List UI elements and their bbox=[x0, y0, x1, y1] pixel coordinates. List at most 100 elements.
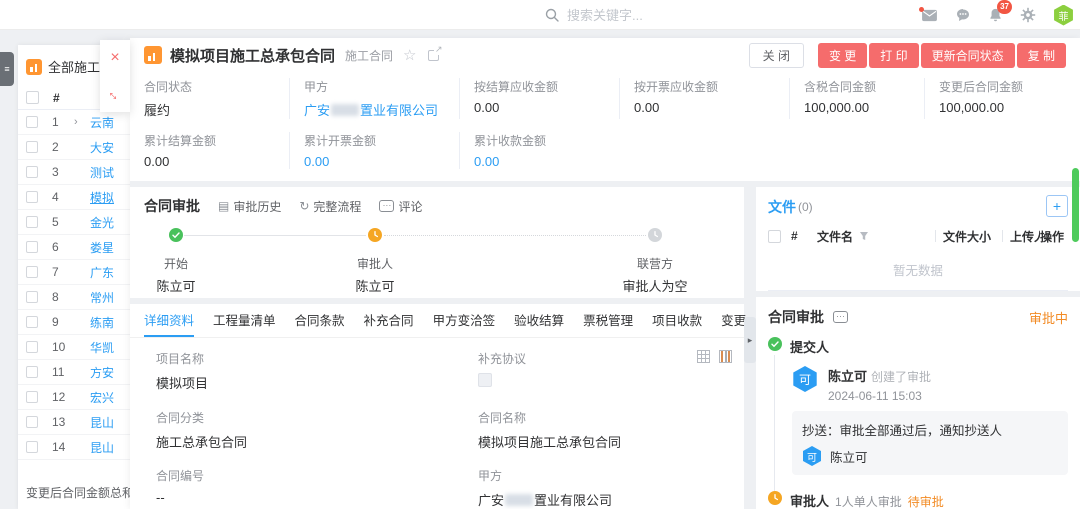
row-checkbox[interactable] bbox=[26, 141, 38, 153]
contract-link[interactable]: 方安 bbox=[90, 364, 114, 381]
tab-changes[interactable]: 变更 bbox=[721, 304, 746, 337]
sidebar-toggle-tab[interactable]: ≡ bbox=[0, 52, 14, 86]
contract-link[interactable]: 金光 bbox=[90, 214, 114, 231]
row-index: 4 bbox=[52, 190, 74, 204]
notifications-bell-icon[interactable]: 37 bbox=[988, 7, 1003, 23]
total-invoiced-link[interactable]: 0.00 bbox=[304, 154, 459, 169]
clock-icon-gray bbox=[648, 228, 662, 242]
party-a-link[interactable]: 广安置业有限公司 bbox=[304, 100, 459, 119]
row-checkbox[interactable] bbox=[26, 391, 38, 403]
user-avatar[interactable]: 菲 bbox=[1053, 5, 1074, 26]
search-input[interactable] bbox=[567, 8, 747, 23]
global-search[interactable] bbox=[545, 0, 747, 30]
view-switch-icons bbox=[697, 350, 732, 363]
menu-icon: ≡ bbox=[4, 64, 9, 74]
supplement-checkbox[interactable] bbox=[478, 373, 492, 387]
copy-button[interactable]: 复 制 bbox=[1017, 43, 1066, 68]
project-link[interactable]: 模拟项目 bbox=[156, 376, 208, 391]
timeline-line-dotted bbox=[384, 235, 646, 236]
row-checkbox[interactable] bbox=[26, 241, 38, 253]
contract-detail-panel: 模拟项目施工总承包合同 施工合同 ☆ 关 闭 变 更 打 印 更新合同状态 复 … bbox=[130, 38, 1080, 509]
row-index: 12 bbox=[52, 390, 74, 404]
row-checkbox[interactable] bbox=[26, 116, 38, 128]
update-status-button[interactable]: 更新合同状态 bbox=[921, 43, 1015, 68]
timeline-line-solid bbox=[184, 235, 366, 236]
expand-arrow-icon[interactable]: › bbox=[74, 116, 90, 128]
tab-details[interactable]: 详细资料 bbox=[144, 304, 194, 337]
files-name-header: 文件名 bbox=[817, 228, 928, 245]
row-checkbox[interactable] bbox=[26, 316, 38, 328]
field-contract-code: 合同编号-- bbox=[156, 467, 478, 509]
submitter-label: 提交人 bbox=[790, 337, 829, 356]
files-select-all-checkbox[interactable] bbox=[768, 230, 781, 243]
filter-funnel-icon[interactable] bbox=[859, 231, 869, 241]
detail-form: 项目名称模拟项目 补充协议 合同分类施工总承包合同 合同名称模拟项目施工总承包合… bbox=[130, 338, 744, 509]
table-view-icon[interactable] bbox=[697, 350, 710, 363]
contract-link[interactable]: 昆山 bbox=[90, 439, 114, 456]
column-view-icon[interactable] bbox=[719, 350, 732, 363]
contract-link[interactable]: 常州 bbox=[90, 289, 114, 306]
tab-party-a-change[interactable]: 甲方变洽签 bbox=[433, 304, 496, 337]
contract-link[interactable]: 宏兴 bbox=[90, 389, 114, 406]
approval-panel-title: 合同审批 bbox=[768, 307, 824, 327]
add-file-button[interactable]: + bbox=[1046, 195, 1068, 217]
row-index: 2 bbox=[52, 140, 74, 154]
field-contract-status: 合同状态履约 bbox=[144, 78, 289, 119]
tab-boq[interactable]: 工程量清单 bbox=[213, 304, 276, 337]
contract-link[interactable]: 华凯 bbox=[90, 339, 114, 356]
divider bbox=[935, 230, 936, 242]
row-checkbox[interactable] bbox=[26, 216, 38, 228]
row-checkbox[interactable] bbox=[26, 166, 38, 178]
tab-invoice-tax[interactable]: 票税管理 bbox=[583, 304, 633, 337]
contract-link-selected[interactable]: 模拟 bbox=[90, 189, 114, 206]
search-icon bbox=[545, 8, 559, 22]
field-settle-receivable: 按结算应收金额0.00 bbox=[459, 78, 619, 119]
total-received-link[interactable]: 0.00 bbox=[474, 154, 619, 169]
collapse-handle[interactable]: ▸ bbox=[744, 317, 756, 363]
scrollbar-thumb[interactable] bbox=[1072, 168, 1079, 242]
chat-icon[interactable] bbox=[955, 7, 971, 23]
favorite-star-icon[interactable]: ☆ bbox=[403, 46, 416, 64]
row-checkbox[interactable] bbox=[26, 191, 38, 203]
row-checkbox[interactable] bbox=[26, 341, 38, 353]
tab-terms[interactable]: 合同条款 bbox=[295, 304, 345, 337]
row-checkbox[interactable] bbox=[26, 366, 38, 378]
change-button[interactable]: 变 更 bbox=[818, 43, 867, 68]
close-panel-icon[interactable]: × bbox=[100, 40, 130, 76]
clock-icon bbox=[768, 491, 782, 505]
tab-supplement[interactable]: 补充合同 bbox=[364, 304, 414, 337]
row-checkbox[interactable] bbox=[26, 291, 38, 303]
contract-link[interactable]: 广东 bbox=[90, 264, 114, 281]
mail-icon[interactable] bbox=[921, 9, 938, 22]
contract-doc-icon bbox=[144, 46, 162, 64]
contract-link[interactable]: 练南 bbox=[90, 314, 114, 331]
settings-gear-icon[interactable] bbox=[1020, 7, 1036, 23]
tab-project-receipts[interactable]: 项目收款 bbox=[652, 304, 702, 337]
print-button[interactable]: 打 印 bbox=[869, 43, 918, 68]
contract-link[interactable]: 大安 bbox=[90, 139, 114, 156]
comment-icon[interactable]: ··· bbox=[833, 311, 848, 323]
submitter-row: 可 陈立可创建了审批 2024-06-11 15:03 bbox=[792, 366, 1068, 403]
contract-link[interactable]: 测试 bbox=[90, 164, 114, 181]
expand-panel-icon[interactable]: ↔ bbox=[100, 76, 130, 112]
field-total-invoiced: 累计开票金额0.00 bbox=[289, 132, 459, 169]
select-all-checkbox[interactable] bbox=[26, 91, 39, 104]
mail-unread-dot bbox=[919, 7, 924, 12]
approval-history-link[interactable]: ▤审批历史 bbox=[218, 198, 281, 215]
tab-acceptance-settlement[interactable]: 验收结算 bbox=[514, 304, 564, 337]
approval-section-title: 合同审批 bbox=[144, 196, 200, 216]
approver-mode: 1人单人审批 bbox=[835, 493, 902, 509]
row-checkbox[interactable] bbox=[26, 441, 38, 453]
contract-link[interactable]: 娄星 bbox=[90, 239, 114, 256]
open-in-new-icon[interactable] bbox=[428, 50, 439, 61]
comment-link[interactable]: ···评论 bbox=[379, 198, 422, 215]
row-checkbox[interactable] bbox=[26, 416, 38, 428]
party-a-link[interactable]: 广安置业有限公司 bbox=[478, 490, 730, 509]
contract-link[interactable]: 昆山 bbox=[90, 414, 114, 431]
close-button[interactable]: 关 闭 bbox=[749, 43, 804, 68]
row-checkbox[interactable] bbox=[26, 266, 38, 278]
contract-list-icon bbox=[26, 59, 42, 75]
full-flow-link[interactable]: ↻完整流程 bbox=[299, 198, 361, 215]
files-uploader-header: 上传人 bbox=[1010, 228, 1040, 245]
contract-link[interactable]: 云南 bbox=[90, 114, 114, 131]
